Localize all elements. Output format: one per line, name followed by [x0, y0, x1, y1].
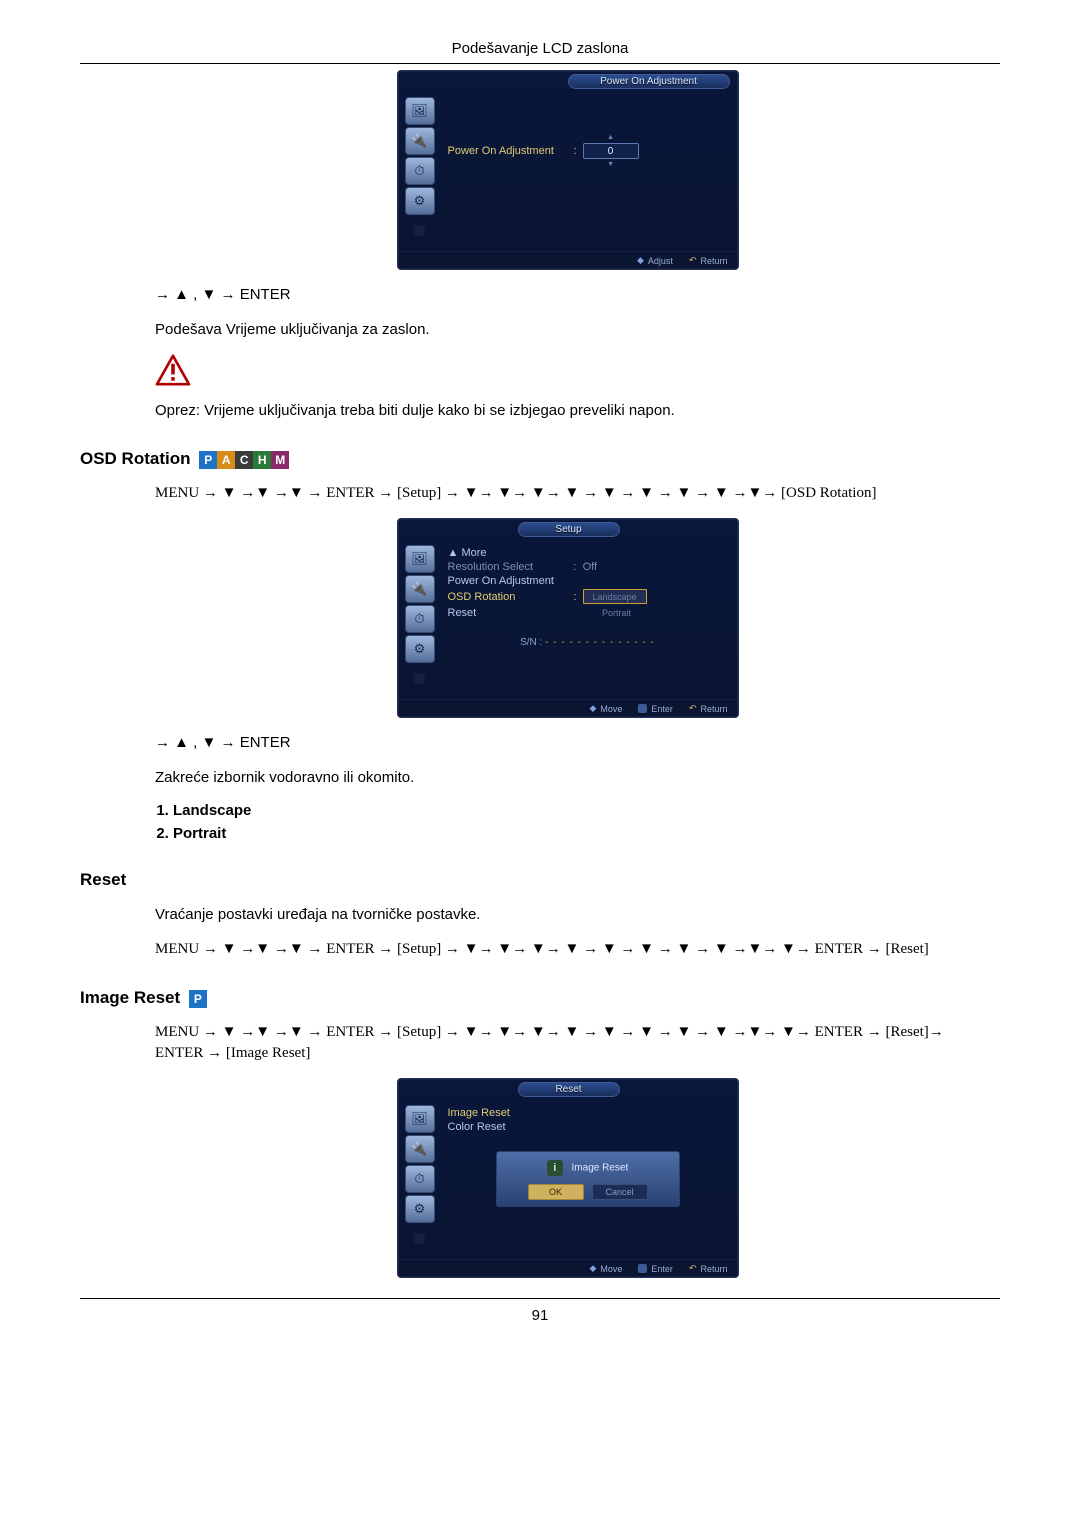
warning-icon — [155, 354, 191, 386]
clock-icon: ⏱ — [405, 1165, 435, 1193]
picture-icon: 🖼 — [405, 97, 435, 125]
gear-icon: ⚙ — [405, 635, 435, 663]
osd-option-selected: Landscape — [583, 589, 647, 604]
section-heading-osd-rotation: OSD Rotation P A C H M — [80, 449, 1000, 469]
osd-title: Reset — [518, 1082, 620, 1097]
multi-icon: ▦ — [406, 1225, 434, 1251]
osd-screenshot-setup: Setup 🖼 🔌 ⏱ ⚙ ▦ ▲ More Resolution Select… — [397, 518, 739, 718]
clock-icon: ⏱ — [405, 605, 435, 633]
nav-sequence: MENU → ▼ →▼ →▼ → ENTER → [Setup] → ▼→ ▼→… — [155, 939, 980, 960]
nav-sequence: → ▲ , ▼ → ENTER — [155, 284, 980, 305]
cancel-button: Cancel — [592, 1184, 648, 1200]
list-item: Portrait — [173, 825, 980, 842]
hint-move: Move — [600, 1264, 622, 1274]
header-rule — [80, 63, 1000, 64]
mode-p-icon: P — [189, 990, 207, 1008]
osd-title: Setup — [518, 522, 620, 537]
mode-strip: P — [189, 990, 207, 1008]
caret-up-icon: ▲ — [607, 134, 614, 141]
osd-value: 0 — [608, 146, 614, 157]
osd-value-field: ▲ 0 ▼ — [583, 143, 639, 159]
option-list: Landscape Portrait — [155, 802, 980, 842]
osd-title: Power On Adjustment — [568, 74, 730, 89]
osd-row-label: Image Reset — [448, 1107, 568, 1119]
osd-hint-bar: ◆Move Enter ↶Return — [398, 1259, 738, 1277]
hint-return: Return — [700, 256, 727, 266]
dialog-title: Image Reset — [572, 1163, 629, 1174]
osd-sidebar: 🖼 🔌 ⏱ ⚙ ▦ — [398, 539, 442, 699]
osd-sidebar: 🖼 🔌 ⏱ ⚙ ▦ — [398, 91, 442, 251]
nav-sequence: MENU → ▼ →▼ →▼ → ENTER → [Setup] → ▼→ ▼→… — [155, 1022, 980, 1064]
osd-row-label: Power On Adjustment — [448, 575, 568, 587]
footer-rule — [80, 1298, 1000, 1299]
osd-row-sep: : — [574, 561, 577, 573]
heading-text: Image Reset — [80, 988, 180, 1007]
caret-down-icon: ▼ — [607, 161, 614, 168]
gear-icon: ⚙ — [405, 1195, 435, 1223]
list-item: Landscape — [173, 802, 980, 819]
sn-value: - - - - - - - - - - - - - - — [545, 637, 655, 648]
osd-more: ▲ More — [448, 547, 568, 559]
mode-m-icon: M — [271, 451, 289, 469]
input-icon: 🔌 — [405, 1135, 435, 1163]
hint-move: Move — [600, 704, 622, 714]
body-text: Oprez: Vrijeme uključivanja treba biti d… — [155, 400, 980, 421]
osd-row-value: Off — [583, 561, 597, 573]
heading-text: OSD Rotation — [80, 449, 191, 468]
osd-confirm-dialog: i Image Reset OK Cancel — [496, 1151, 680, 1207]
multi-icon: ▦ — [406, 217, 434, 243]
sn-label: S/N : — [520, 637, 542, 648]
hint-enter: Enter — [651, 704, 673, 714]
gear-icon: ⚙ — [405, 187, 435, 215]
info-icon: i — [547, 1160, 563, 1176]
mode-a-icon: A — [217, 451, 235, 469]
mode-p-icon: P — [199, 451, 217, 469]
page-header: Podešavanje LCD zaslona — [80, 40, 1000, 57]
body-text: Vraćanje postavki uređaja na tvorničke p… — [155, 904, 980, 925]
body-text: Zakreće izbornik vodoravno ili okomito. — [155, 767, 980, 788]
nav-sequence: → ▲ , ▼ → ENTER — [155, 732, 980, 753]
osd-row-sep: : — [574, 591, 577, 603]
osd-screenshot-power-on-adjustment: Power On Adjustment 🖼 🔌 ⏱ ⚙ ▦ Power On A… — [397, 70, 739, 270]
page-number: 91 — [80, 1307, 1000, 1324]
section-heading-reset: Reset — [80, 870, 1000, 890]
hint-return: Return — [700, 1264, 727, 1274]
osd-row-label: Power On Adjustment — [448, 145, 568, 157]
osd-screenshot-reset: Reset 🖼 🔌 ⏱ ⚙ ▦ Image Reset Color Reset … — [397, 1078, 739, 1278]
osd-row-label: Resolution Select — [448, 561, 568, 573]
osd-row-label: OSD Rotation — [448, 591, 568, 603]
osd-row-label: Color Reset — [448, 1121, 568, 1133]
picture-icon: 🖼 — [405, 1105, 435, 1133]
picture-icon: 🖼 — [405, 545, 435, 573]
input-icon: 🔌 — [405, 127, 435, 155]
hint-adjust: Adjust — [648, 256, 673, 266]
hint-enter: Enter — [651, 1264, 673, 1274]
mode-c-icon: C — [235, 451, 253, 469]
osd-sidebar: 🖼 🔌 ⏱ ⚙ ▦ — [398, 1099, 442, 1259]
osd-hint-bar: ◆Move Enter ↶Return — [398, 699, 738, 717]
mode-strip: P A C H M — [199, 451, 289, 469]
osd-hint-bar: ◆Adjust ↶Return — [398, 251, 738, 269]
osd-row-label: Reset — [448, 607, 568, 619]
nav-sequence: MENU → ▼ →▼ →▼ → ENTER → [Setup] → ▼→ ▼→… — [155, 483, 980, 504]
mode-h-icon: H — [253, 451, 271, 469]
clock-icon: ⏱ — [405, 157, 435, 185]
hint-return: Return — [700, 704, 727, 714]
input-icon: 🔌 — [405, 575, 435, 603]
section-heading-image-reset: Image Reset P — [80, 988, 1000, 1008]
body-text: Podešava Vrijeme uključivanja za zaslon. — [155, 319, 980, 340]
ok-button: OK — [528, 1184, 584, 1200]
osd-row-sep: : — [574, 145, 577, 157]
osd-option: Portrait — [586, 606, 648, 619]
multi-icon: ▦ — [406, 665, 434, 691]
